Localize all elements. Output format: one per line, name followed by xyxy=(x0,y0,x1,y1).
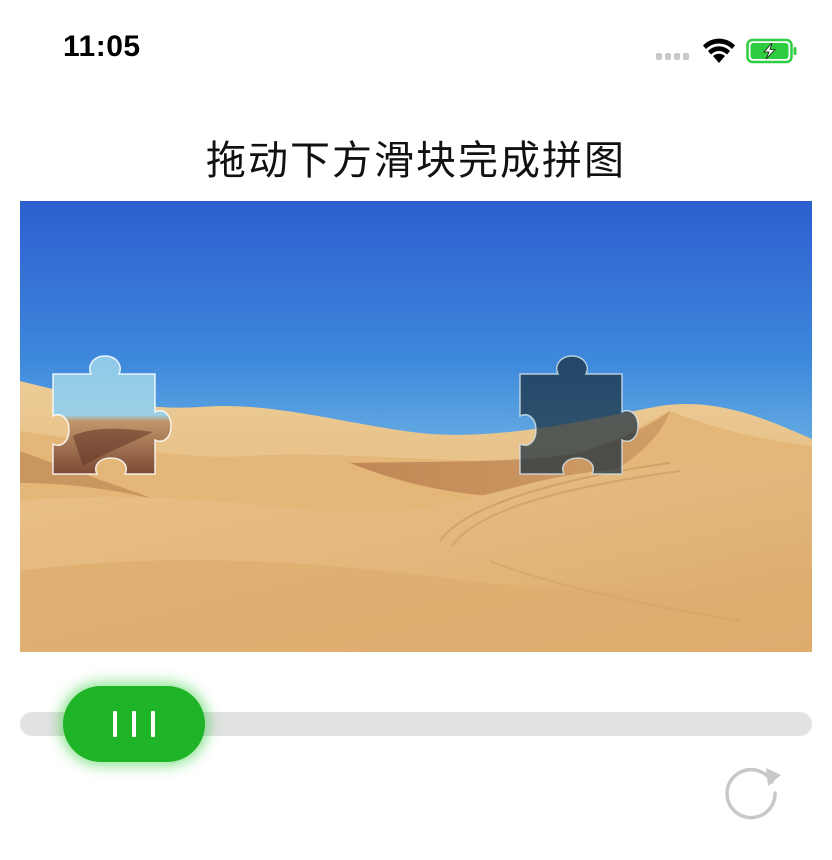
status-time: 11:05 xyxy=(63,30,141,63)
battery-charging-icon xyxy=(746,38,797,64)
page-title: 拖动下方滑块完成拼图 xyxy=(206,138,626,184)
slider-thumb[interactable] xyxy=(63,686,205,762)
puzzle-slot-icon xyxy=(519,355,639,475)
wifi-icon xyxy=(703,38,735,63)
puzzle-piece-icon[interactable] xyxy=(52,355,172,475)
cellular-signal-icon xyxy=(656,53,692,61)
refresh-icon[interactable] xyxy=(720,762,782,824)
slider-grip-icon xyxy=(151,711,155,737)
slider-grip-icon xyxy=(113,711,117,737)
slider-grip-icon xyxy=(132,711,136,737)
puzzle-image xyxy=(20,201,812,652)
status-bar: 11:05 xyxy=(0,0,832,100)
